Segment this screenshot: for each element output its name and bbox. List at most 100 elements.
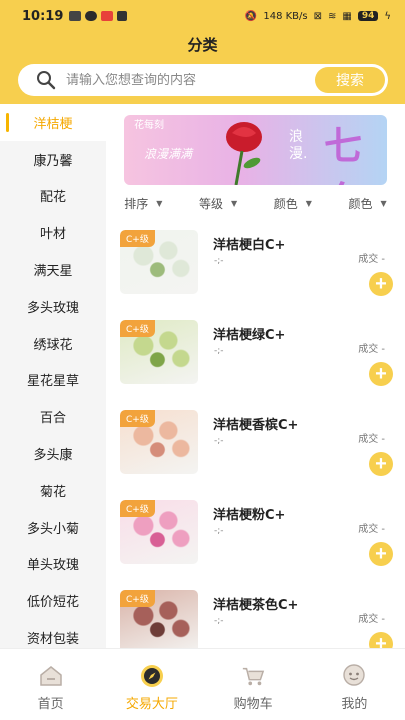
- caret-down-icon: ▼: [231, 198, 238, 208]
- battery-level: 94: [357, 11, 379, 21]
- mute-icon: 🔕: [244, 10, 258, 22]
- sidebar-item-single-roses[interactable]: 单头玫瑰: [0, 546, 106, 583]
- grade-badge: C+级: [120, 590, 155, 607]
- app-icon-2: [117, 11, 128, 21]
- app-badge-icon: [101, 11, 114, 21]
- cart-icon: [241, 665, 265, 687]
- tab-trading-hall[interactable]: 交易大厅: [101, 649, 202, 720]
- sidebar-item-lisianthus[interactable]: 洋桔梗: [0, 104, 106, 141]
- filter-label: 颜色: [273, 196, 298, 211]
- caret-down-icon: ▼: [156, 198, 163, 208]
- add-to-cart-button[interactable]: +: [369, 452, 393, 476]
- product-sold: 成交 -: [358, 614, 385, 625]
- sidebar-item-filler-flowers[interactable]: 配花: [0, 178, 106, 215]
- search-icon: [26, 70, 66, 90]
- grade-badge: C+级: [120, 230, 155, 247]
- product-image[interactable]: C+级: [120, 410, 198, 474]
- filter-grade[interactable]: 等级 ▼: [181, 192, 256, 214]
- tab-label: 交易大厅: [125, 697, 178, 712]
- product-sold: 成交 -: [358, 524, 385, 535]
- sidebar-item-spray-roses[interactable]: 多头玫瑰: [0, 288, 106, 325]
- filter-label: 颜色: [348, 196, 373, 211]
- product-item[interactable]: C+级 洋桔梗粉C+ -;- 成交 - +: [106, 500, 405, 590]
- compass-icon: [140, 665, 164, 687]
- tab-cart[interactable]: 购物车: [203, 649, 304, 720]
- promo-banner[interactable]: 花每刻 浪漫满满 浪 漫. 七夕: [124, 115, 387, 185]
- banner-right-text-2: 漫.: [289, 146, 308, 162]
- search-bar: 搜索: [18, 64, 388, 96]
- add-to-cart-button[interactable]: +: [369, 632, 393, 648]
- sidebar-item-carnation[interactable]: 康乃馨: [0, 141, 106, 178]
- product-image[interactable]: C+级: [120, 590, 198, 648]
- charging-icon: ϟ: [384, 10, 391, 22]
- banner-brand: 花每刻: [134, 120, 164, 131]
- app-icon: [85, 11, 98, 21]
- product-meta: -;-: [214, 256, 224, 266]
- wifi-icon: ≋: [328, 10, 337, 22]
- product-item[interactable]: C+级 洋桔梗白C+ -;- 成交 - +: [106, 230, 405, 320]
- product-name: 洋桔梗绿C+: [213, 328, 286, 343]
- add-to-cart-button[interactable]: +: [369, 272, 393, 296]
- bottom-tab-bar: 首页 交易大厅 购物车 我的: [0, 648, 405, 720]
- filter-label: 排序: [124, 196, 149, 211]
- banner-right-text-1: 浪: [289, 129, 303, 145]
- product-panel: 花每刻 浪漫满满 浪 漫. 七夕 排序 ▼ 等级 ▼ 颜色 ▼ 颜色 ▼ C+级 洋桔梗…: [106, 104, 405, 648]
- status-bar: 10:19 🔕 148 KB/s ⊠ ≋ ▦ 94 ϟ: [0, 0, 405, 32]
- product-image[interactable]: C+级: [120, 500, 198, 564]
- sidebar-item-foliage[interactable]: 叶材: [0, 214, 106, 251]
- sidebar-item-hydrangea[interactable]: 绣球花: [0, 325, 106, 362]
- category-sidebar: 洋桔梗 康乃馨 配花 叶材 满天星 多头玫瑰 绣球花 星花星草 百合 多头康 菊…: [0, 104, 106, 648]
- grade-badge: C+级: [120, 500, 155, 517]
- banner-big-text: 七夕: [324, 124, 363, 185]
- sim-icon: ⊠: [313, 10, 323, 22]
- add-to-cart-button[interactable]: +: [369, 362, 393, 386]
- product-item[interactable]: C+级 洋桔梗茶色C+ -;- 成交 - +: [106, 590, 405, 648]
- product-item[interactable]: C+级 洋桔梗绿C+ -;- 成交 - +: [106, 320, 405, 410]
- network-speed: 148 KB/s: [263, 10, 308, 22]
- product-meta: -;-: [214, 346, 224, 356]
- sidebar-item-spray-mums[interactable]: 多头小菊: [0, 509, 106, 546]
- product-name: 洋桔梗白C+: [213, 238, 286, 253]
- profile-icon: [342, 664, 366, 687]
- banner-text: 浪漫满满: [144, 147, 193, 161]
- product-meta: -;-: [214, 616, 224, 626]
- grade-badge: C+级: [120, 320, 155, 337]
- sidebar-item-packaging[interactable]: 资材包装: [0, 619, 106, 648]
- sidebar-item-lily[interactable]: 百合: [0, 398, 106, 435]
- signal-icon: ▦: [342, 10, 352, 22]
- tab-label: 购物车: [233, 697, 273, 712]
- sidebar-item-short-stems[interactable]: 低价短花: [0, 582, 106, 619]
- page-title: 分类: [187, 36, 218, 54]
- product-name: 洋桔梗粉C+: [213, 508, 286, 523]
- filter-color-2[interactable]: 颜色 ▼: [330, 192, 405, 214]
- sidebar-item-chrysanthemum[interactable]: 菊花: [0, 472, 106, 509]
- tab-label: 我的: [341, 697, 368, 712]
- product-sold: 成交 -: [358, 434, 385, 445]
- filter-label: 等级: [199, 196, 224, 211]
- sidebar-item-spray-carnation[interactable]: 多头康: [0, 435, 106, 472]
- header: 10:19 🔕 148 KB/s ⊠ ≋ ▦ 94 ϟ 分类 搜索: [0, 0, 405, 104]
- add-to-cart-button[interactable]: +: [369, 542, 393, 566]
- product-item[interactable]: C+级 洋桔梗香槟C+ -;- 成交 - +: [106, 410, 405, 500]
- rose-icon: [226, 122, 262, 185]
- tab-label: 首页: [37, 697, 64, 712]
- tab-profile[interactable]: 我的: [304, 649, 405, 720]
- grade-badge: C+级: [120, 410, 155, 427]
- product-meta: -;-: [214, 526, 224, 536]
- caret-down-icon: ▼: [380, 198, 387, 208]
- product-meta: -;-: [214, 436, 224, 446]
- sidebar-item-babys-breath[interactable]: 满天星: [0, 251, 106, 288]
- caret-down-icon: ▼: [305, 198, 312, 208]
- filter-color[interactable]: 颜色 ▼: [256, 192, 331, 214]
- filter-bar: 排序 ▼ 等级 ▼ 颜色 ▼ 颜色 ▼: [106, 192, 405, 214]
- filter-sort[interactable]: 排序 ▼: [106, 192, 181, 214]
- search-button[interactable]: 搜索: [315, 67, 385, 93]
- tab-home[interactable]: 首页: [0, 649, 101, 720]
- product-sold: 成交 -: [358, 344, 385, 355]
- notification-icon: [69, 11, 82, 21]
- product-image[interactable]: C+级: [120, 320, 198, 384]
- sidebar-item-star-flowers[interactable]: 星花星草: [0, 362, 106, 399]
- product-image[interactable]: C+级: [120, 230, 198, 294]
- product-sold: 成交 -: [358, 254, 385, 265]
- product-name: 洋桔梗香槟C+: [213, 418, 299, 433]
